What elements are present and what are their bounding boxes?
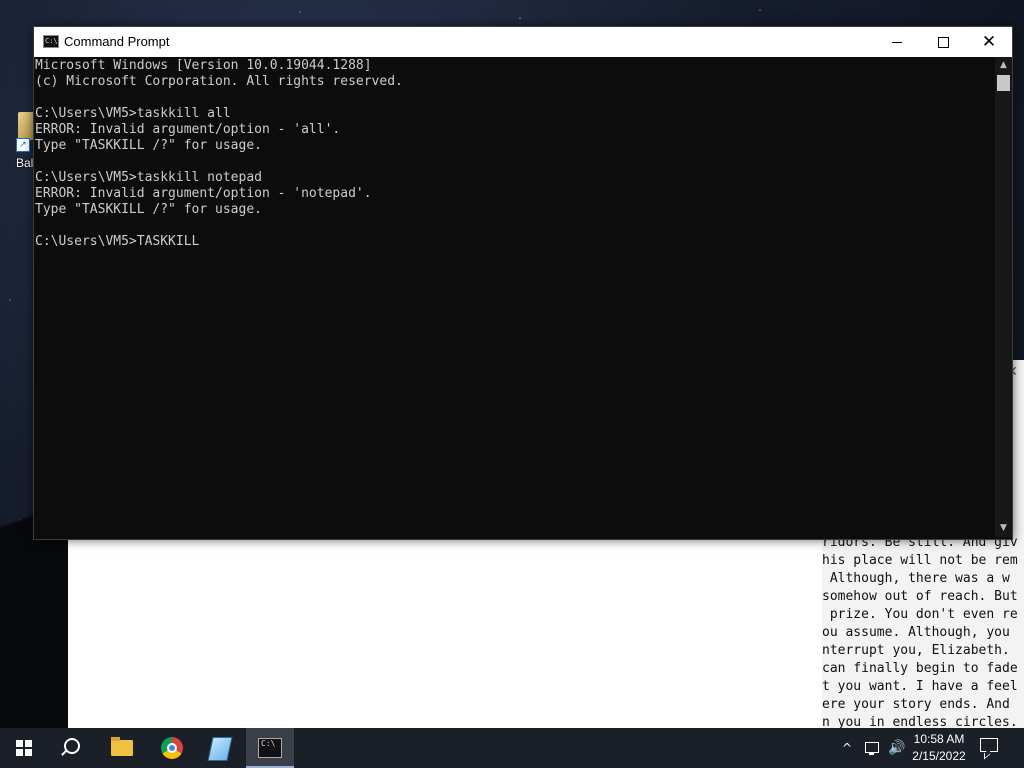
taskbar: C:\ ^ 🔊 10:58 AM 2/15/2022 bbox=[0, 728, 1024, 768]
maximize-icon bbox=[937, 36, 949, 48]
minimize-icon bbox=[892, 41, 902, 43]
desktop-shortcut-label: Bal bbox=[16, 156, 34, 170]
console-line: C:\Users\VM5>taskkill notepad bbox=[35, 170, 262, 185]
notification-icon[interactable] bbox=[980, 738, 998, 752]
console-line: Type "TASKKILL /?" for usage. bbox=[35, 138, 262, 153]
search-icon bbox=[64, 738, 80, 754]
console-output[interactable]: Microsoft Windows [Version 10.0.19044.12… bbox=[35, 58, 993, 534]
document-line: Although, there was a w bbox=[822, 571, 1010, 586]
console-line: C:\Users\VM5>TASKKILL bbox=[35, 234, 200, 249]
clock-date: 2/15/2022 bbox=[912, 749, 966, 763]
console-line: (c) Microsoft Corporation. All rights re… bbox=[35, 74, 403, 89]
document-line: nterrupt you, Elizabeth. bbox=[822, 643, 1010, 658]
maximize-button[interactable] bbox=[920, 27, 966, 57]
cmd-app-icon: C:\ bbox=[43, 35, 59, 48]
document-line: somehow out of reach. But bbox=[822, 589, 1018, 604]
vertical-scrollbar[interactable]: ▲ ▼ bbox=[995, 57, 1012, 537]
taskbar-chrome[interactable] bbox=[148, 728, 196, 768]
close-button[interactable]: ✕ bbox=[966, 27, 1012, 57]
minimize-button[interactable] bbox=[874, 27, 920, 57]
console-line: Microsoft Windows [Version 10.0.19044.12… bbox=[35, 58, 372, 73]
folder-icon bbox=[111, 737, 133, 756]
chrome-icon bbox=[161, 737, 183, 759]
document-line: can finally begin to fade bbox=[822, 661, 1018, 676]
title-bar[interactable]: C:\ Command Prompt ✕ bbox=[34, 27, 1012, 57]
document-line: his place will not be rem bbox=[822, 553, 1018, 568]
scroll-down-icon[interactable]: ▼ bbox=[995, 520, 1012, 537]
console-line: Type "TASKKILL /?" for usage. bbox=[35, 202, 262, 217]
window-title: Command Prompt bbox=[64, 34, 170, 49]
taskbar-notepad[interactable] bbox=[196, 728, 244, 768]
taskbar-file-explorer[interactable] bbox=[98, 728, 146, 768]
scrollbar-thumb[interactable] bbox=[997, 75, 1010, 91]
notepad-icon bbox=[207, 737, 233, 761]
taskbar-command-prompt[interactable]: C:\ bbox=[246, 728, 294, 768]
search-button[interactable] bbox=[48, 728, 96, 768]
close-icon: ✕ bbox=[981, 32, 997, 52]
console-line: ERROR: Invalid argument/option - 'notepa… bbox=[35, 186, 372, 201]
scroll-up-icon[interactable]: ▲ bbox=[995, 57, 1012, 74]
cmd-icon: C:\ bbox=[258, 738, 282, 758]
clock-time: 10:58 AM bbox=[913, 732, 965, 746]
network-icon[interactable] bbox=[860, 728, 884, 768]
console-line: ERROR: Invalid argument/option - 'all'. bbox=[35, 122, 341, 137]
windows-logo-icon bbox=[16, 740, 32, 756]
document-line: prize. You don't even re bbox=[822, 607, 1018, 622]
start-button[interactable] bbox=[0, 728, 48, 768]
command-prompt-window[interactable]: C:\ Command Prompt ✕ Microsoft Windows [… bbox=[33, 26, 1013, 540]
document-line: t you want. I have a feel bbox=[822, 679, 1018, 694]
shortcut-arrow-icon: ↗ bbox=[16, 138, 30, 152]
document-line: ere your story ends. And bbox=[822, 697, 1010, 712]
console-line: C:\Users\VM5>taskkill all bbox=[35, 106, 231, 121]
document-line: ou assume. Although, you bbox=[822, 625, 1010, 640]
show-hidden-icons-button[interactable]: ^ bbox=[838, 728, 856, 768]
clock[interactable]: 10:58 AM 2/15/2022 bbox=[910, 731, 968, 765]
volume-icon[interactable]: 🔊 bbox=[886, 728, 908, 768]
